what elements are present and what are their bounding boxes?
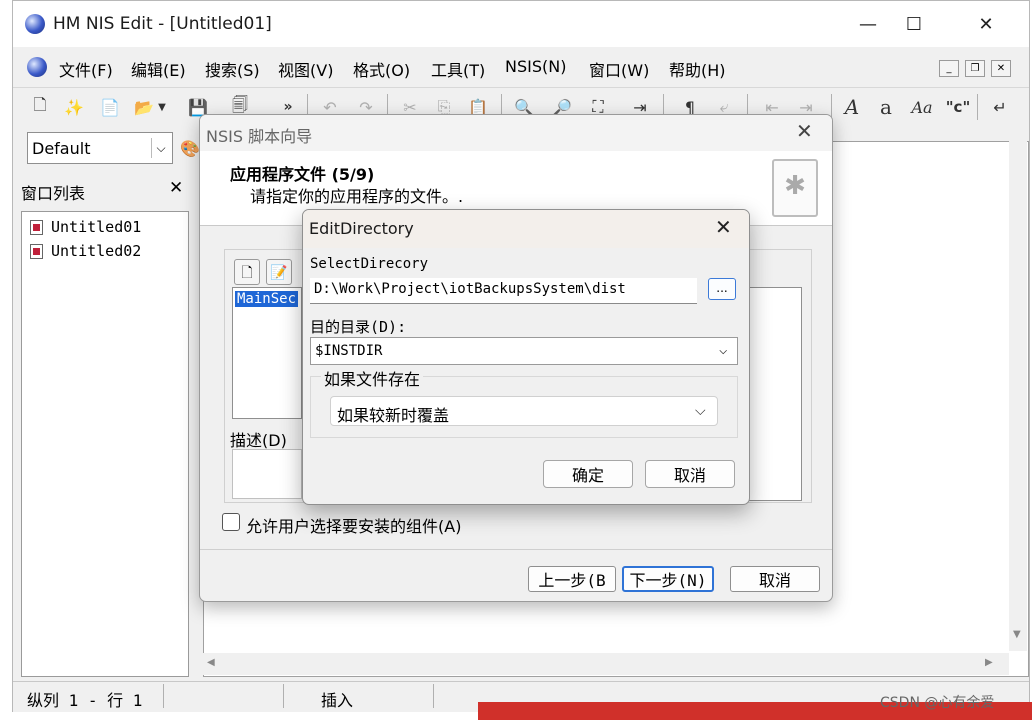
scroll-down-icon[interactable]: ▼ <box>1013 629 1021 640</box>
chevron-down-icon: ⌵ <box>695 403 706 419</box>
menu-bar: 文件(F) 编辑(E) 搜索(S) 视图(V) 格式(O) 工具(T) NSIS… <box>13 51 1029 83</box>
line-ending-icon[interactable]: ↵ <box>987 94 1013 120</box>
title-bar: HM NIS Edit - [Untitled01] — ☐ ✕ <box>13 1 1029 47</box>
window-list: Untitled01 Untitled02 <box>21 211 189 677</box>
edit-directory-cancel-button[interactable]: 取消 <box>645 460 735 488</box>
watermark: CSDN @心有余爱 <box>880 695 995 711</box>
description-label: 描述(D) <box>230 431 287 450</box>
menu-edit[interactable]: 编辑(E) <box>131 57 186 81</box>
mdi-restore-button[interactable]: ❐ <box>965 60 985 77</box>
color-scheme-select[interactable]: Default ⌵ <box>27 132 173 164</box>
status-separator <box>163 684 164 708</box>
list-item[interactable]: Untitled02 <box>30 242 141 260</box>
wizard-title: NSIS 脚本向导 <box>206 127 313 146</box>
minimize-button[interactable]: — <box>845 1 891 47</box>
maximize-button[interactable]: ☐ <box>891 1 937 47</box>
font-size-up-icon[interactable]: A <box>839 94 865 120</box>
nsis-file-icon <box>30 219 43 235</box>
menu-nsis[interactable]: NSIS(N) <box>505 57 566 76</box>
scroll-right-icon[interactable]: ▶ <box>985 657 993 668</box>
next-button[interactable]: 下一步(N) <box>622 566 714 592</box>
edit-directory-dialog: EditDirectory ✕ SelectDirecory D:\Work\P… <box>302 209 750 505</box>
cursor-position: 纵列 1 - 行 1 <box>27 691 143 710</box>
menu-file[interactable]: 文件(F) <box>59 57 113 81</box>
overwrite-mode-value: 如果较新时覆盖 <box>337 406 450 425</box>
template-icon[interactable]: 📄 <box>97 94 123 120</box>
nsis-file-icon <box>30 243 43 259</box>
step-title: 应用程序文件 (5/9) <box>230 165 375 184</box>
destination-label: 目的目录(D): <box>310 318 407 336</box>
section-tree[interactable]: MainSec <box>232 287 302 419</box>
open-folder-icon[interactable]: 📂 <box>131 94 157 120</box>
wizard-icon[interactable]: ✨ <box>61 94 87 120</box>
edit-directory-title-bar: EditDirectory ✕ <box>303 210 749 248</box>
status-separator <box>433 684 434 708</box>
close-button[interactable]: ✕ <box>963 1 1009 47</box>
vertical-scrollbar[interactable]: ▼ <box>1009 141 1027 651</box>
back-button[interactable]: 上一步(B <box>528 566 616 592</box>
wizard-footer: 上一步(B 下一步(N) 取消 <box>200 549 832 601</box>
wizard-title-bar: NSIS 脚本向导 ✕ <box>200 115 832 151</box>
ok-button[interactable]: 确定 <box>543 460 633 488</box>
allow-select-label: 允许用户选择要安装的组件(A) <box>246 517 462 536</box>
menu-window[interactable]: 窗口(W) <box>589 57 649 81</box>
mdi-doc-icon[interactable] <box>27 57 47 77</box>
wizard-book-icon: ✱ <box>772 159 818 217</box>
destination-select[interactable]: $INSTDIR ⌵ <box>310 337 738 365</box>
chevron-down-icon: ⌵ <box>151 138 170 158</box>
color-scheme-value: Default <box>32 139 91 158</box>
insert-mode: 插入 <box>321 691 354 710</box>
section-item[interactable]: MainSec <box>235 291 299 307</box>
menu-view[interactable]: 视图(V) <box>278 57 333 81</box>
new-file-icon[interactable]: 🗋 <box>27 94 53 120</box>
chevron-down-icon: ⌵ <box>719 342 728 358</box>
menu-tools[interactable]: 工具(T) <box>431 57 485 81</box>
mdi-close-button[interactable]: ✕ <box>991 60 1011 77</box>
source-path-input[interactable]: D:\Work\Project\iotBackupsSystem\dist <box>310 278 697 304</box>
list-item-label: Untitled01 <box>51 218 142 236</box>
add-section-icon[interactable]: 🗋 <box>234 259 260 285</box>
font-case-icon[interactable]: Aa <box>907 94 937 120</box>
horizontal-scrollbar[interactable]: ◀ ▶ <box>203 653 1009 675</box>
scroll-left-icon[interactable]: ◀ <box>207 657 215 668</box>
toolbar-separator <box>977 94 978 120</box>
mdi-minimize-button[interactable]: _ <box>939 60 959 77</box>
menu-search[interactable]: 搜索(S) <box>205 57 260 81</box>
wizard-close-button[interactable]: ✕ <box>796 119 813 143</box>
destination-value: $INSTDIR <box>315 343 383 359</box>
status-separator <box>283 684 284 708</box>
select-directory-label: SelectDirecory <box>310 256 429 272</box>
open-dropdown-icon[interactable]: ▼ <box>155 94 169 120</box>
if-file-exists-label: 如果文件存在 <box>321 366 424 390</box>
font-size-down-icon[interactable]: a <box>873 94 899 120</box>
window-list-close-button[interactable]: ✕ <box>169 178 183 198</box>
quote-icon[interactable]: "c" <box>943 94 973 120</box>
description-input[interactable] <box>232 449 302 499</box>
list-item-label: Untitled02 <box>51 242 142 260</box>
wizard-cancel-button[interactable]: 取消 <box>730 566 820 592</box>
add-file-icon[interactable]: 📝 <box>266 259 292 285</box>
app-icon <box>25 14 45 34</box>
list-item[interactable]: Untitled01 <box>30 218 141 236</box>
menu-format[interactable]: 格式(O) <box>353 57 410 81</box>
browse-button[interactable]: ... <box>708 278 736 300</box>
window-list-title: 窗口列表 <box>21 184 86 203</box>
step-description: 请指定你的应用程序的文件。. <box>250 187 464 206</box>
allow-select-checkbox[interactable] <box>222 513 240 531</box>
overwrite-mode-select[interactable]: 如果较新时覆盖 ⌵ <box>330 396 718 426</box>
edit-directory-title: EditDirectory <box>309 219 414 238</box>
edit-directory-close-button[interactable]: ✕ <box>715 215 732 239</box>
window-title: HM NIS Edit - [Untitled01] <box>53 14 272 34</box>
window-list-panel: 窗口列表 ✕ Untitled01 Untitled02 <box>17 177 193 677</box>
menu-help[interactable]: 帮助(H) <box>669 57 726 81</box>
